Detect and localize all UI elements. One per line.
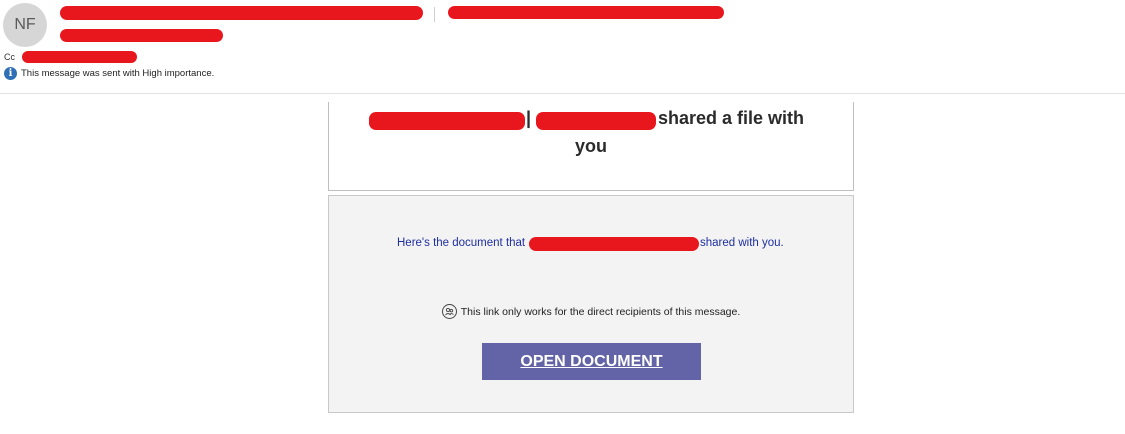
importance-text: This message was sent with High importan… [21, 68, 215, 79]
doc-suffix: shared with you. [700, 237, 784, 249]
redacted-sharer-name [369, 112, 525, 130]
redacted-subject [60, 29, 223, 42]
heading-separator: | [526, 108, 532, 128]
share-heading-card: | shared a file with you [328, 102, 854, 191]
info-icon: i [4, 67, 17, 80]
redacted-cc [22, 51, 137, 63]
redacted-recipient [448, 6, 724, 19]
importance-banner: i This message was sent with High import… [4, 67, 214, 80]
sender-avatar[interactable]: NF [3, 3, 47, 47]
header-divider [434, 7, 435, 22]
redacted-sender [60, 6, 423, 20]
link-notice-text: This link only works for the direct reci… [460, 305, 741, 318]
email-view: NF Cc i This message was sent with High … [0, 0, 1125, 434]
redacted-doc-owner [529, 237, 699, 251]
open-document-button[interactable]: OPEN DOCUMENT [482, 343, 701, 380]
cc-label: Cc [4, 52, 15, 62]
people-icon [441, 304, 457, 319]
link-notice: This link only works for the direct reci… [329, 304, 853, 319]
redacted-sharer-org [536, 112, 656, 130]
header-separator [0, 93, 1125, 94]
document-description: Here's the document that shared with you… [329, 237, 853, 253]
document-card: Here's the document that shared with you… [328, 195, 854, 413]
heading-line2: you [574, 136, 607, 156]
doc-prefix: Here's the document that [397, 237, 526, 249]
heading-suffix: shared a file with [658, 108, 805, 128]
